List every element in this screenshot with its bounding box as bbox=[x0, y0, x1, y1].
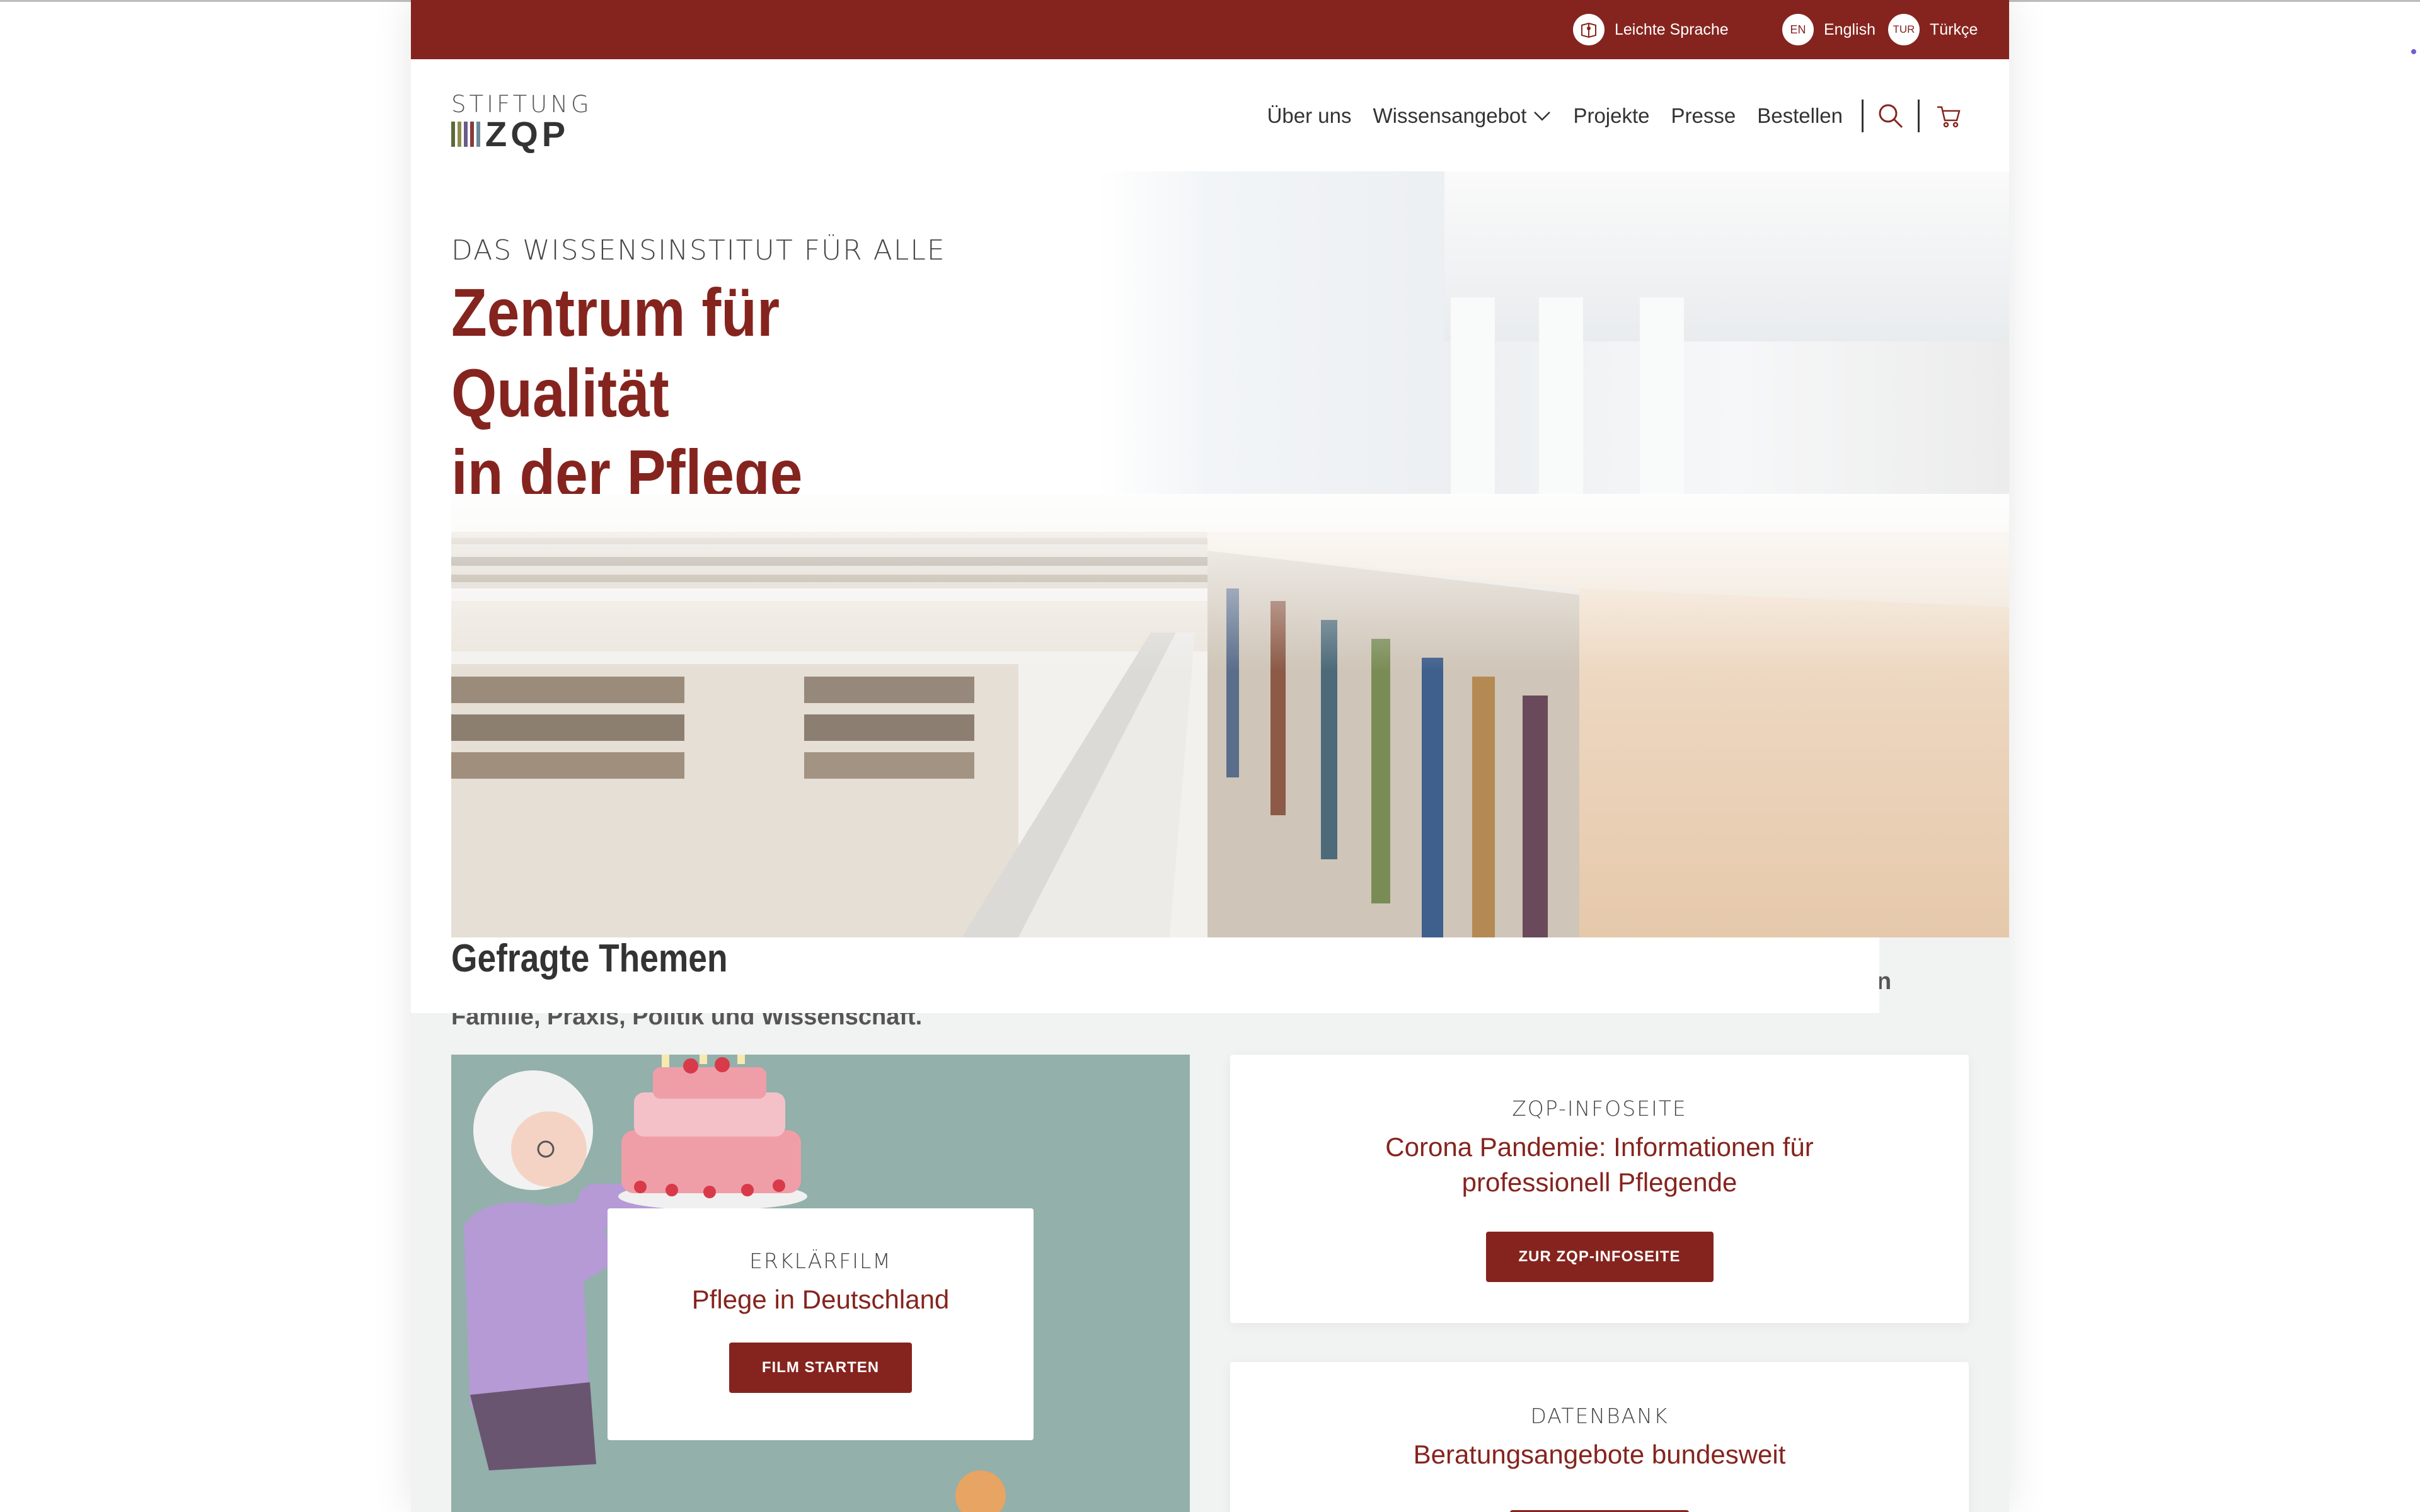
cart-icon[interactable] bbox=[1936, 103, 1961, 129]
site-header: STIFTUNG ZQP Über uns Wissensangebot Pro… bbox=[411, 59, 2009, 171]
search-icon[interactable] bbox=[1877, 103, 1904, 129]
nav-item-projekte[interactable]: Projekte bbox=[1573, 104, 1649, 128]
film-card-panel: ERKLÄRFILM Pflege in Deutschland FILM ST… bbox=[608, 1208, 1034, 1440]
hero-kicker: DAS WISSENSINSTITUT FÜR ALLE bbox=[451, 234, 946, 266]
info-card-title[interactable]: Corona Pandemie: Informationen für profe… bbox=[1360, 1130, 1839, 1200]
database-card-title[interactable]: Beratungsangebote bundesweit bbox=[1230, 1437, 1969, 1472]
hero-title: Zentrum für Qualität in der Pflege bbox=[451, 272, 993, 514]
english-label: English bbox=[1824, 20, 1876, 38]
themes-title: Gefragte Themen bbox=[451, 937, 728, 980]
film-card-title[interactable]: Pflege in Deutschland bbox=[608, 1282, 1034, 1317]
database-card[interactable]: DATENBANK Beratungsangebote bundesweit bbox=[1230, 1362, 1969, 1512]
nav-divider bbox=[1918, 100, 1920, 132]
utility-bar: Leichte Sprache bbox=[411, 0, 2009, 59]
film-start-button[interactable]: FILM STARTEN bbox=[729, 1343, 913, 1393]
logo-bars-icon bbox=[451, 122, 480, 147]
hero-section: DAS WISSENSINSTITUT FÜR ALLE Zentrum für… bbox=[411, 171, 2009, 1030]
scroll-indicator bbox=[2411, 49, 2416, 54]
info-page-button[interactable]: ZUR ZQP-INFOSEITE bbox=[1485, 1232, 1714, 1282]
library-image bbox=[451, 494, 2009, 937]
tuerkce-label: Türkçe bbox=[1930, 20, 1978, 38]
main-nav: Über uns Wissensangebot Projekte Presse … bbox=[1246, 97, 1961, 135]
nav-label: Wissensangebot bbox=[1373, 104, 1527, 127]
leichte-sprache-label: Leichte Sprache bbox=[1615, 20, 1729, 38]
film-card-label: ERKLÄRFILM bbox=[749, 1249, 892, 1273]
film-card[interactable]: ERKLÄRFILM Pflege in Deutschland FILM ST… bbox=[451, 1055, 1190, 1512]
tuerkce-link[interactable]: TUR Türkçe bbox=[1888, 13, 1978, 47]
en-badge-icon: EN bbox=[1782, 14, 1814, 45]
nav-item-wissensangebot[interactable]: Wissensangebot bbox=[1373, 104, 1552, 128]
chevron-down-icon bbox=[1534, 112, 1551, 121]
nav-label: Über uns bbox=[1267, 104, 1352, 127]
book-icon bbox=[1573, 14, 1605, 45]
nav-item-bestellen[interactable]: Bestellen bbox=[1757, 104, 1843, 128]
nav-label: Bestellen bbox=[1757, 104, 1843, 127]
english-link[interactable]: EN English bbox=[1782, 13, 1876, 47]
nav-item-presse[interactable]: Presse bbox=[1671, 104, 1736, 128]
infoseite-card[interactable]: ZQP-INFOSEITE Corona Pandemie: Informati… bbox=[1230, 1055, 1969, 1323]
tur-badge-icon: TUR bbox=[1888, 14, 1920, 45]
logo-text-bottom: ZQP bbox=[485, 114, 570, 154]
page-container: Leichte Sprache STIFTUNG ZQP Über uns Wi… bbox=[411, 0, 2009, 1512]
zqp-logo[interactable]: STIFTUNG ZQP bbox=[451, 91, 589, 154]
nav-divider bbox=[1862, 100, 1864, 132]
info-card-label: ZQP-INFOSEITE bbox=[1512, 1096, 1687, 1121]
leichte-sprache-link[interactable]: Leichte Sprache bbox=[1573, 13, 1729, 47]
nav-label: Projekte bbox=[1573, 104, 1650, 127]
hero-title-line1: Zentrum für Qualität bbox=[451, 274, 780, 431]
nav-item-ueber-uns[interactable]: Über uns bbox=[1267, 104, 1352, 128]
hero-background-image bbox=[1098, 171, 2009, 499]
database-card-label: DATENBANK bbox=[1530, 1404, 1669, 1428]
nav-label: Presse bbox=[1671, 104, 1736, 127]
